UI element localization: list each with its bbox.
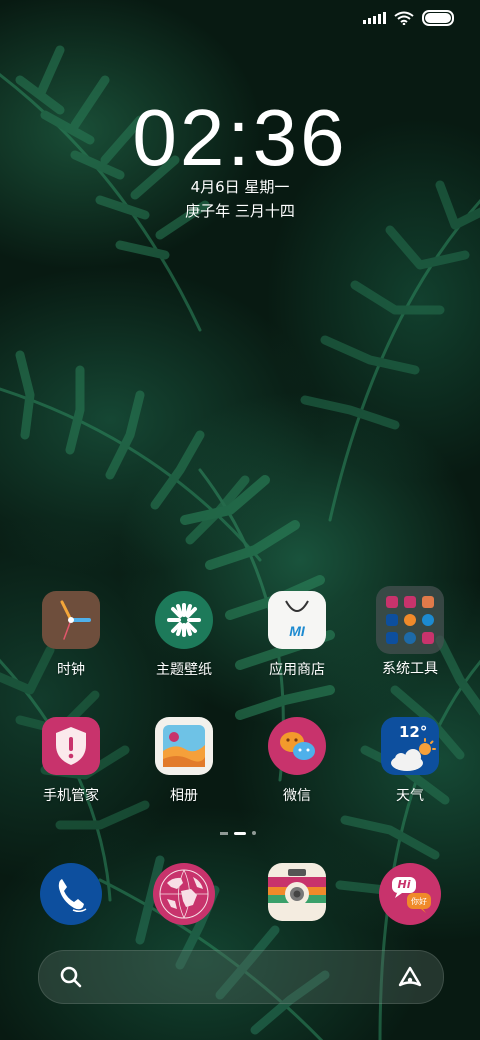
battery-icon: [422, 10, 454, 26]
app-clock[interactable]: 时钟: [11, 591, 131, 679]
page-indicator: [220, 831, 256, 835]
clock-icon: [42, 591, 100, 649]
message-bubble-text: 你好: [411, 897, 427, 906]
assistant-icon[interactable]: [397, 965, 423, 989]
browser-globe-icon: [153, 863, 215, 925]
messages-icon: Hi 你好: [379, 863, 441, 925]
app-wechat[interactable]: 微信: [237, 717, 357, 805]
wifi-icon: [394, 11, 414, 25]
app-label: 应用商店: [269, 662, 325, 678]
app-store-icon: MI: [268, 591, 326, 649]
clock-date[interactable]: 4月6日 星期一: [0, 176, 480, 197]
status-bar: [363, 10, 454, 26]
lunar-date: 庚子年 三月十四: [185, 202, 295, 220]
dock-browser[interactable]: [124, 863, 244, 925]
app-label: 主题壁纸: [156, 662, 212, 678]
app-folder-tools[interactable]: 系统工具: [350, 586, 470, 678]
app-security[interactable]: 手机管家: [11, 717, 131, 805]
app-label: 天气: [396, 788, 424, 804]
app-label: 手机管家: [43, 788, 99, 804]
app-themes[interactable]: 主题壁纸: [124, 591, 244, 679]
folder-icon: [376, 586, 444, 654]
app-gallery[interactable]: 相册: [124, 717, 244, 805]
themes-icon: [155, 591, 213, 649]
app-label: 相册: [170, 788, 198, 804]
phone-icon: [40, 863, 102, 925]
search-bar[interactable]: [38, 950, 444, 1004]
search-icon[interactable]: [59, 965, 83, 989]
app-label: 系统工具: [382, 661, 438, 677]
wechat-icon: [268, 717, 326, 775]
dock-camera[interactable]: [237, 863, 357, 921]
store-logo-text: MI: [289, 623, 305, 639]
app-weather[interactable]: 12° 天气: [350, 717, 470, 805]
signal-icon: [363, 12, 386, 24]
security-shield-icon: [42, 717, 100, 775]
weather-temp: 12°: [399, 723, 428, 741]
app-store[interactable]: MI 应用商店: [237, 591, 357, 679]
camera-icon: [268, 863, 326, 921]
clock-time[interactable]: 02:36: [0, 92, 480, 184]
gallery-icon: [155, 717, 213, 775]
dock-messages[interactable]: Hi 你好: [350, 863, 470, 925]
app-label: 时钟: [57, 662, 85, 678]
weather-icon: 12°: [381, 717, 439, 775]
dock-phone[interactable]: [11, 863, 131, 925]
message-bubble-text: Hi: [397, 878, 411, 891]
app-label: 微信: [283, 788, 311, 804]
